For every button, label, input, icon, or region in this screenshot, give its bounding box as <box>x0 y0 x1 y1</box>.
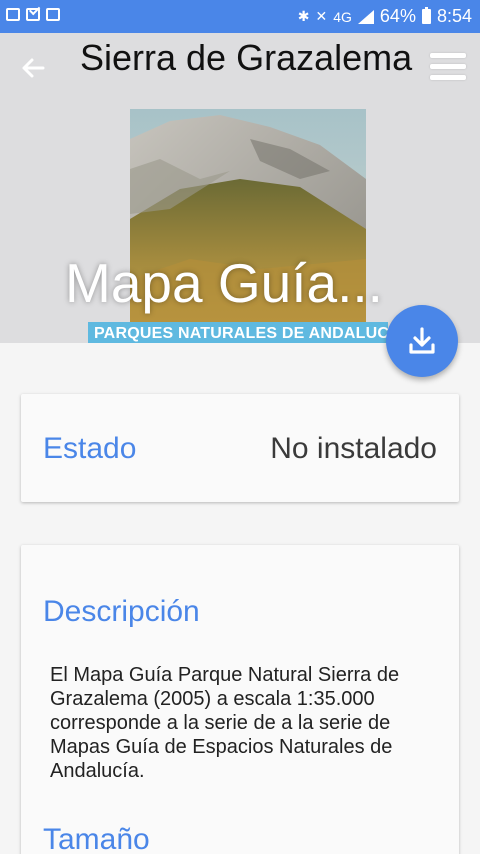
menu-bar <box>430 75 466 80</box>
status-label: Estado <box>43 432 137 465</box>
image-notification-icon <box>6 8 20 21</box>
hamburger-menu-icon[interactable] <box>430 53 466 85</box>
download-button[interactable] <box>386 305 458 377</box>
mute-icon: ✕ <box>315 8 328 24</box>
app-notification-icon <box>46 8 60 21</box>
menu-bar <box>430 64 466 69</box>
page-title: Sierra de Grazalema <box>80 37 413 78</box>
status-bar: ✱ ✕ 4G 64% 8:54 <box>0 0 480 33</box>
signal-icon <box>357 9 374 24</box>
bluetooth-icon: ✱ <box>297 8 310 24</box>
map-header: PARQUES NATURALES DE ANDALUCÍA Mapa Guía… <box>0 33 480 343</box>
mail-notification-icon <box>26 8 40 21</box>
description-heading: Descripción <box>43 595 200 628</box>
map-overlay-title: Mapa Guía... <box>65 252 383 314</box>
notification-icons <box>6 8 60 21</box>
network-type: 4G <box>333 8 352 25</box>
status-value: No instalado <box>270 432 437 465</box>
clock: 8:54 <box>436 6 472 26</box>
battery-icon <box>421 7 431 24</box>
system-icons: ✱ ✕ 4G 64% 8:54 <box>298 6 472 27</box>
size-heading: Tamaño <box>43 823 150 854</box>
description-text: El Mapa Guía Parque Natural Sierra de Gr… <box>50 664 400 782</box>
menu-bar <box>430 53 466 58</box>
cover-banner: PARQUES NATURALES DE ANDALUCÍA <box>88 322 388 343</box>
download-icon <box>409 327 435 354</box>
info-card: Descripción El Mapa Guía Parque Natural … <box>21 545 459 854</box>
arrow-left-icon[interactable] <box>16 51 50 85</box>
battery-percent: 64% <box>379 6 416 26</box>
status-card: Estado No instalado <box>21 394 459 502</box>
